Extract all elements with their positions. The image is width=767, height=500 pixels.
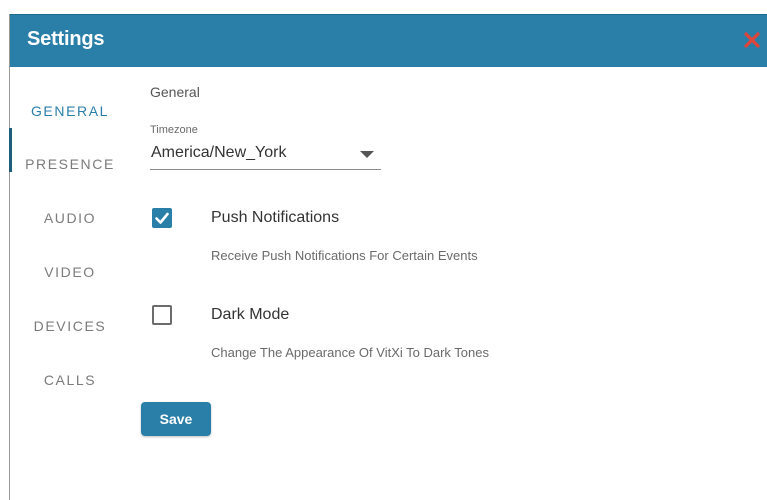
timezone-label: Timezone: [150, 124, 198, 136]
sidebar-item-audio[interactable]: AUDIO: [10, 210, 130, 226]
chevron-down-icon: [360, 151, 374, 158]
sidebar-item-presence[interactable]: PRESENCE: [10, 156, 130, 172]
push-notifications-title: Push Notifications: [211, 209, 340, 226]
push-notifications-checkbox[interactable]: [152, 208, 172, 228]
sidebar-item-general[interactable]: GENERAL: [10, 103, 130, 119]
dark-mode-title: Dark Mode: [211, 306, 290, 323]
sidebar-item-calls[interactable]: CALLS: [10, 372, 130, 388]
timezone-value: America/New_York: [151, 144, 287, 161]
timezone-select[interactable]: America/New_York: [150, 141, 381, 170]
push-notifications-description: Receive Push Notifications For Certain E…: [211, 248, 478, 263]
sidebar-item-video[interactable]: VIDEO: [10, 264, 130, 280]
dialog-title: Settings: [27, 28, 105, 50]
close-icon[interactable]: [741, 29, 763, 51]
dark-mode-description: Change The Appearance Of VitXi To Dark T…: [211, 345, 489, 360]
save-button[interactable]: Save: [141, 402, 211, 436]
sidebar-item-devices[interactable]: DEVICES: [10, 318, 130, 334]
checkmark-icon: [155, 212, 169, 224]
dark-mode-checkbox[interactable]: [152, 305, 172, 325]
dialog-header: Settings: [10, 14, 767, 67]
settings-sidebar: GENERAL PRESENCE AUDIO VIDEO DEVICES CAL…: [9, 66, 130, 500]
section-title: General: [150, 84, 200, 100]
